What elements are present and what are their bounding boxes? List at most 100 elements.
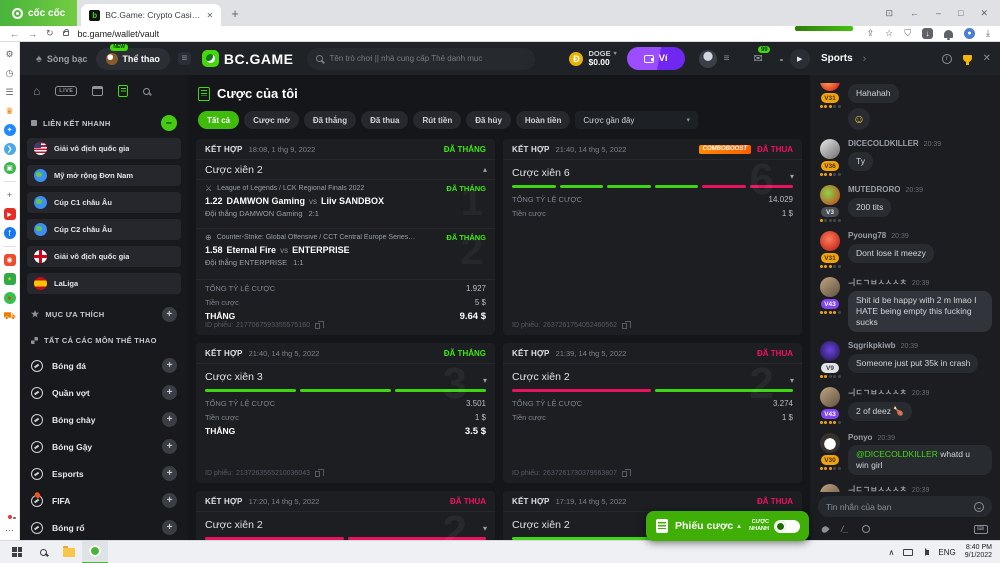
bet-name-row[interactable]: Cược xiên 2 2: [196, 511, 495, 537]
coccoc-taskbar-icon[interactable]: [82, 541, 108, 563]
expand-button[interactable]: [162, 520, 177, 535]
collapse-button[interactable]: [161, 115, 177, 131]
downloads-icon[interactable]: ⤓: [986, 28, 990, 39]
facebook-icon[interactable]: f: [4, 227, 16, 239]
sports-nav-pill[interactable]: Thể thao NEW: [96, 48, 170, 70]
expand-caret-icon[interactable]: [483, 376, 487, 385]
expand-button[interactable]: [162, 412, 177, 427]
taskbar-search-icon[interactable]: [30, 541, 56, 563]
chat-username[interactable]: MUTEDRORO: [848, 185, 900, 194]
sport-item-esports[interactable]: Esports: [27, 460, 181, 487]
browser-tab[interactable]: b BC.Game: Crypto Casino Gan: [81, 4, 221, 26]
copy-icon[interactable]: [315, 323, 320, 329]
expand-button[interactable]: [162, 493, 177, 508]
sort-dropdown[interactable]: Cược gần đây: [575, 111, 698, 129]
banner-icon[interactable]: ✶: [4, 273, 16, 285]
minimize-button[interactable]: [936, 8, 941, 18]
home-team[interactable]: Eternal Fire: [227, 245, 277, 255]
wallet-button[interactable]: Ví: [627, 47, 685, 70]
start-button[interactable]: [4, 541, 30, 563]
slash-command-icon[interactable]: /_: [841, 524, 849, 534]
home-icon[interactable]: [33, 84, 40, 98]
rain-icon[interactable]: [820, 524, 829, 533]
quick-link-item[interactable]: Cúp C2 châu Âu: [27, 219, 181, 240]
chat-channel-title[interactable]: Sports: [821, 53, 853, 64]
betslip-button[interactable]: Phiếu cược CƯỢC NHANH: [646, 511, 809, 541]
bet-name-row[interactable]: Cược xiên 3 3: [196, 363, 495, 389]
avatar[interactable]: [820, 433, 840, 453]
expand-caret-icon[interactable]: [790, 376, 794, 385]
copy-icon[interactable]: [622, 471, 627, 477]
expand-button[interactable]: [162, 358, 177, 373]
filter-lost[interactable]: Đã thua: [361, 111, 408, 129]
chevron-right-icon[interactable]: [863, 53, 867, 65]
crown-icon[interactable]: [4, 105, 16, 117]
copy-icon[interactable]: [622, 323, 627, 329]
filter-cancelled[interactable]: Đã hủy: [466, 111, 511, 129]
mention[interactable]: @DICECOLDKILLER: [856, 449, 938, 459]
sport-item-basketball[interactable]: Bóng rổ: [27, 514, 181, 540]
filter-all[interactable]: Tất cả: [198, 111, 239, 129]
cast-icon[interactable]: [885, 8, 893, 19]
new-tab-button[interactable]: [231, 6, 239, 21]
away-team[interactable]: Liiv SANDBOX: [321, 196, 384, 206]
expand-button[interactable]: [162, 385, 177, 400]
chat-username[interactable]: Pyoung78: [848, 231, 886, 240]
expand-caret-icon[interactable]: [790, 172, 794, 181]
filter-cashout[interactable]: Rút tiền: [413, 111, 461, 129]
live-badge[interactable]: LIVE: [55, 86, 77, 96]
quick-bet-toggle[interactable]: [774, 520, 800, 533]
chat-username[interactable]: ㅢㄷㄱㅂㅅㅅㅅㅊ: [848, 387, 907, 398]
emoji-picker-icon[interactable]: [974, 502, 984, 512]
forward-button[interactable]: [28, 29, 37, 39]
share-icon[interactable]: [867, 28, 875, 39]
home-team[interactable]: DAMWON Gaming: [227, 196, 306, 206]
cart-icon[interactable]: ⛟: [4, 311, 16, 323]
sidebar-search-icon[interactable]: [143, 88, 150, 95]
reading-list-icon[interactable]: [4, 86, 16, 98]
sport-item-cricket[interactable]: Bóng Gậy: [27, 433, 181, 460]
chat-username[interactable]: ㅢㄷㄱㅂㅅㅅㅅㅊ: [848, 484, 907, 492]
quick-link-item[interactable]: Giải vô địch quốc gia: [27, 138, 181, 159]
youtube-icon[interactable]: [4, 208, 16, 220]
nav-menu-icon[interactable]: [178, 52, 191, 65]
avatar[interactable]: [820, 185, 840, 205]
maximize-button[interactable]: [958, 8, 963, 18]
sport-item-fifa[interactable]: FIFA: [27, 487, 181, 514]
bookmark-star-icon[interactable]: ☆: [885, 28, 893, 39]
quick-link-item[interactable]: Cúp C1 châu Âu: [27, 192, 181, 213]
profile-icon[interactable]: ●: [964, 28, 975, 39]
trophy-icon[interactable]: [963, 55, 972, 62]
casino-spade-icon[interactable]: [36, 53, 42, 65]
chat-toggle-icon[interactable]: [790, 49, 810, 69]
language-indicator[interactable]: ENG: [938, 548, 955, 557]
chat-input-box[interactable]: [818, 496, 992, 517]
chat-input[interactable]: [826, 502, 968, 512]
filter-open[interactable]: Cược mở: [244, 111, 299, 129]
avatar[interactable]: [820, 341, 840, 361]
shopee-icon[interactable]: ◉: [4, 254, 16, 266]
filter-refund[interactable]: Hoàn tiền: [516, 111, 570, 129]
balance-widget[interactable]: Đ DOGE $0.00: [569, 50, 616, 68]
url-text[interactable]: bc.game/wallet/vault: [78, 29, 160, 39]
search-input[interactable]: [329, 54, 519, 63]
add-favorite-button[interactable]: [162, 307, 177, 322]
bet-name-row[interactable]: Cược xiên 6 6: [503, 159, 802, 185]
volume-icon[interactable]: [925, 550, 929, 555]
reload-button[interactable]: [46, 28, 54, 39]
avatar[interactable]: [820, 484, 840, 492]
notification-bell-icon[interactable]: [944, 30, 953, 38]
chat-username[interactable]: DICECOLDKILLER: [848, 139, 919, 148]
copy-icon[interactable]: [315, 471, 320, 477]
chat-username[interactable]: Sqgrikpkiwb: [848, 341, 896, 350]
chat-username[interactable]: ㅢㄷㄱㅂㅅㅅㅅㅊ: [848, 277, 907, 288]
filter-won[interactable]: Đã thắng: [304, 111, 356, 129]
user-avatar[interactable]: [699, 50, 717, 68]
avatar[interactable]: [820, 277, 840, 297]
my-bets-icon[interactable]: [118, 85, 128, 97]
game-search[interactable]: [307, 48, 535, 70]
casino-nav-label[interactable]: Sòng bạc: [47, 54, 88, 64]
taskbar-clock[interactable]: 8:40 PM 9/1/2022: [965, 544, 992, 560]
bet-name-row[interactable]: Cược xiên 2 2: [503, 363, 802, 389]
rollback-icon[interactable]: [910, 8, 919, 18]
